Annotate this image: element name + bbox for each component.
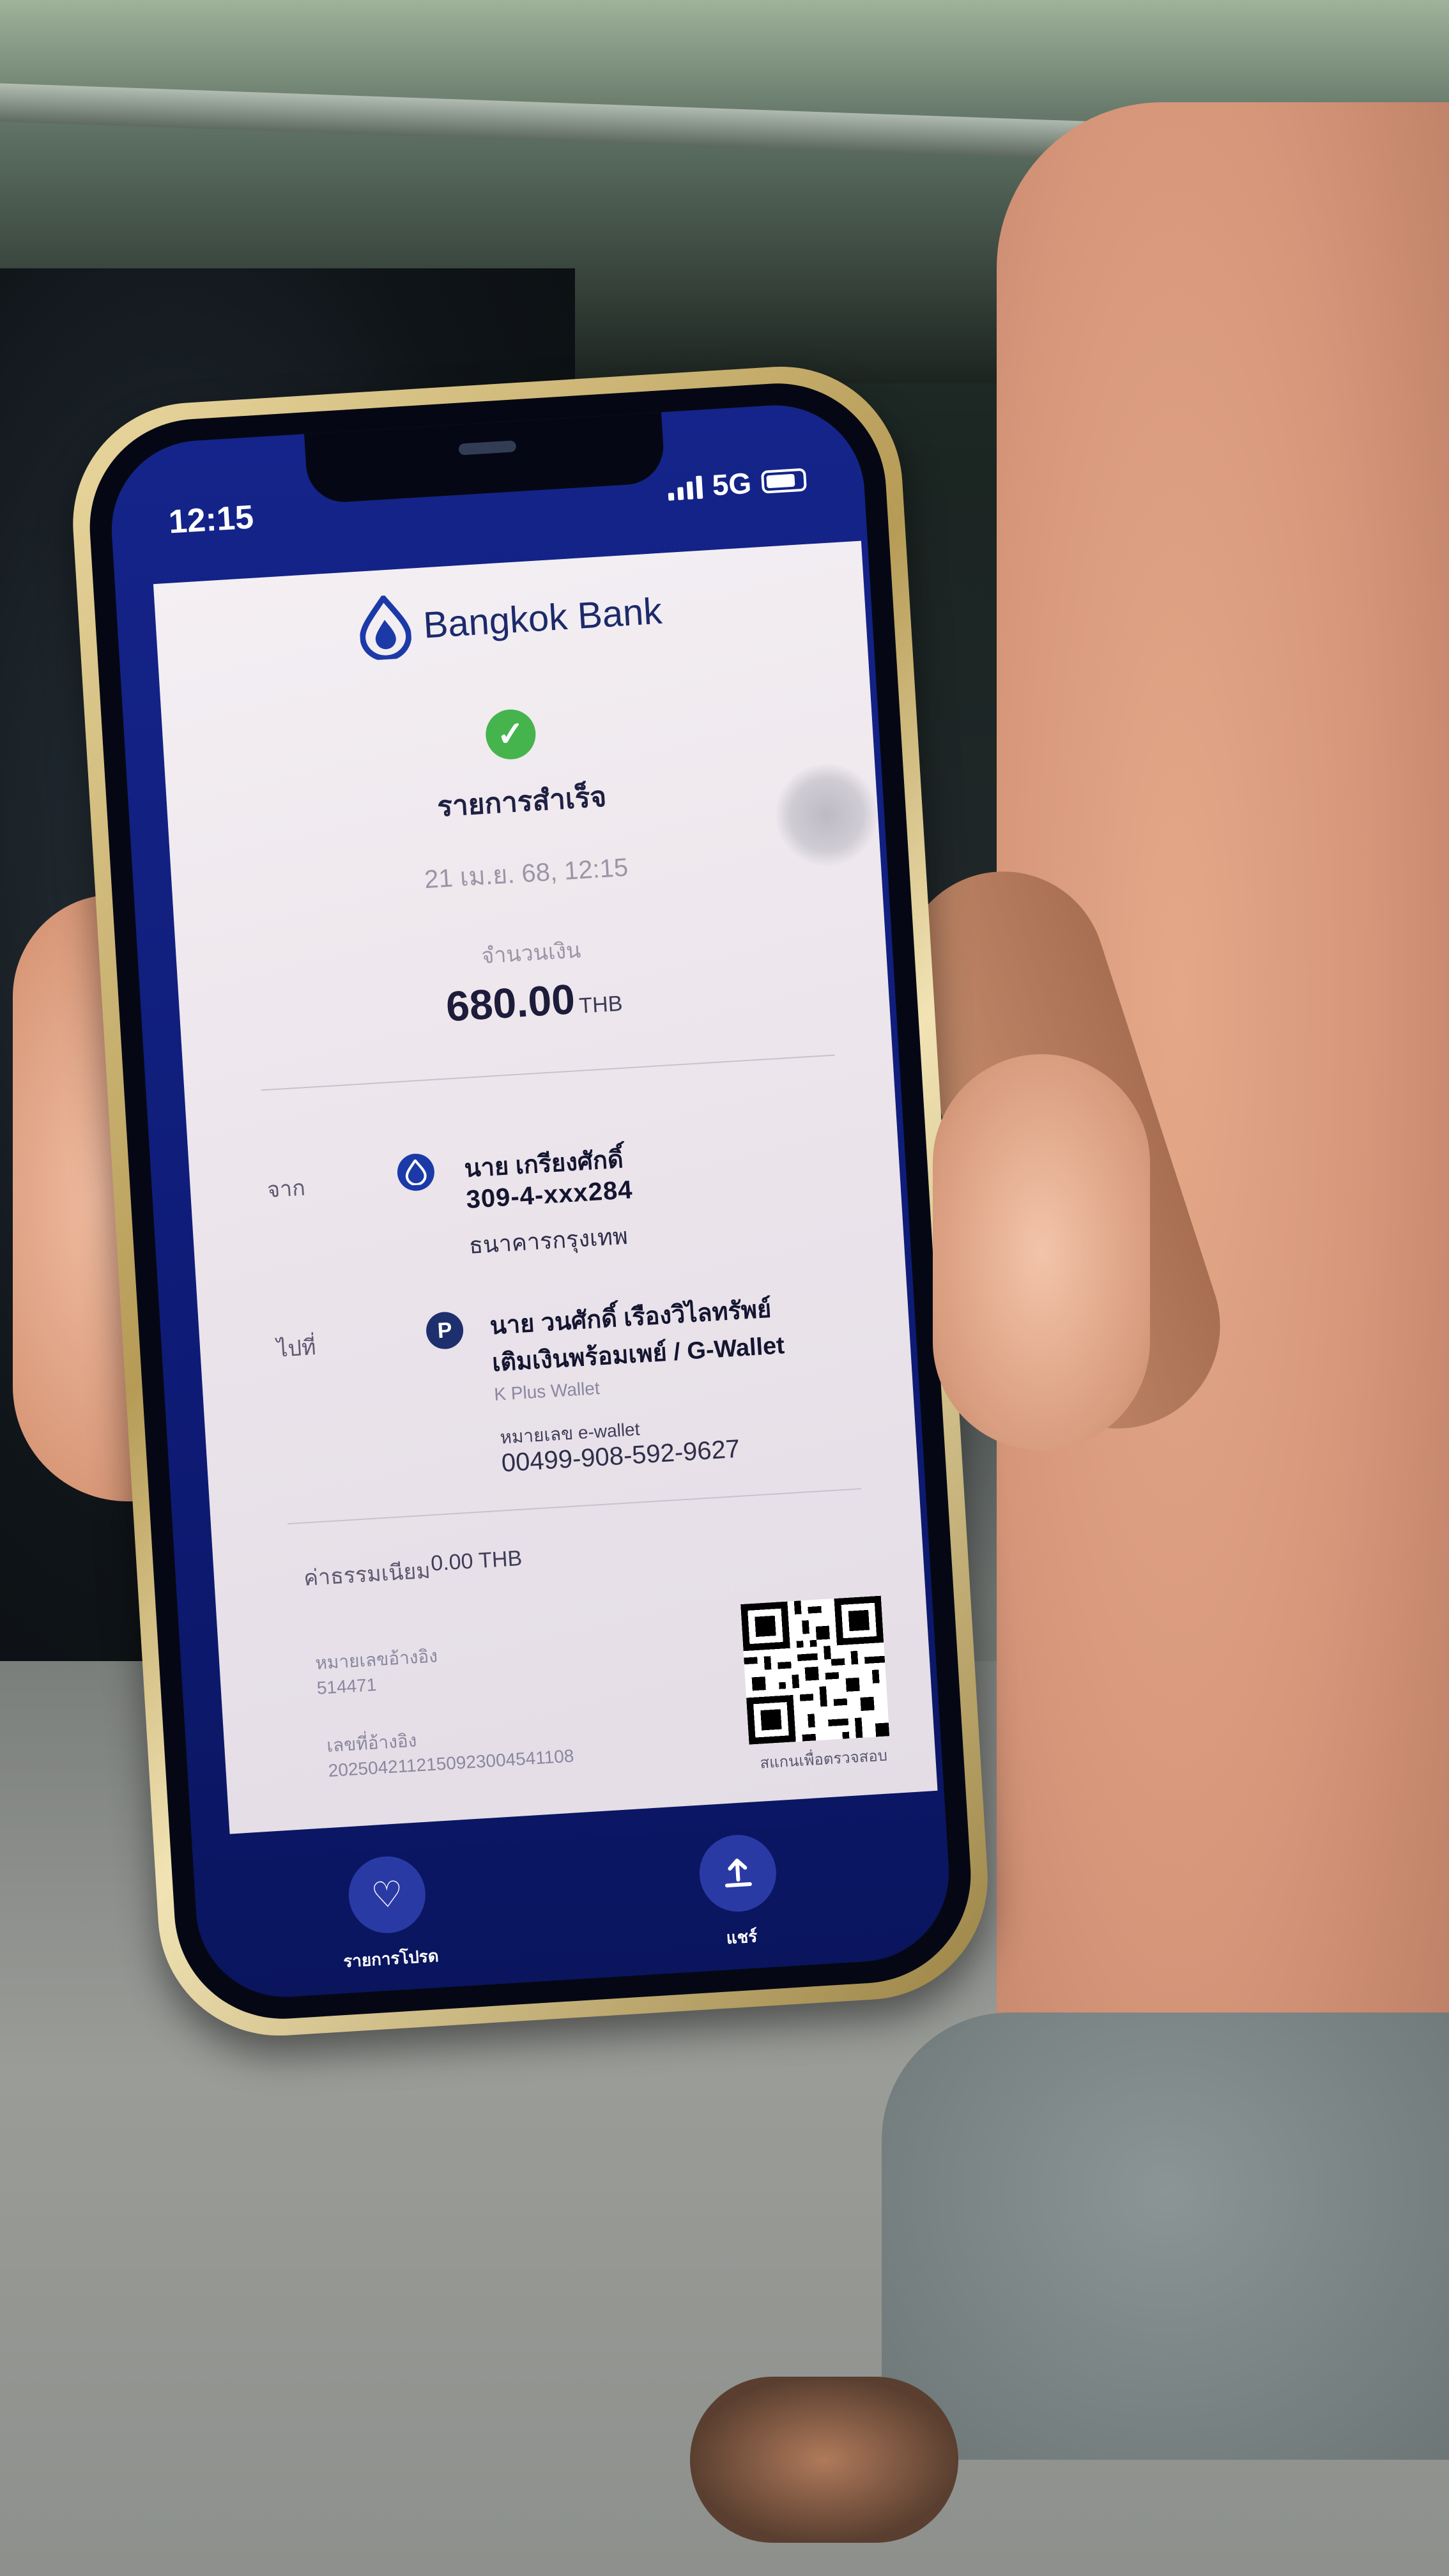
- amount-currency: THB: [578, 991, 624, 1018]
- status-time: 12:15: [167, 498, 255, 541]
- reference-number: 514471: [316, 1675, 378, 1698]
- earpiece-speaker: [458, 440, 517, 456]
- from-label: จาก: [266, 1176, 306, 1203]
- promptpay-icon: P: [425, 1310, 464, 1351]
- phone-notch: [304, 412, 666, 505]
- bank-brand: Bangkok Bank: [155, 566, 866, 673]
- reference-label: หมายเลขอ้างอิง: [314, 1646, 438, 1673]
- wallet-type: K Plus Wallet: [493, 1377, 601, 1404]
- right-thumb: [933, 1054, 1150, 1450]
- status-icons: 5G: [666, 463, 807, 505]
- sender-bank: ธนาคารกรุงเทพ: [468, 1222, 629, 1259]
- transaction-status: รายการสำเร็จ: [436, 781, 608, 823]
- phone-screen: 12:15 5G Bangkok Bank ✓ รายการสำเร็จ 21 …: [106, 400, 954, 2002]
- person-shorts: [882, 2012, 1449, 2460]
- favorite-label: รายการโปรด: [342, 1945, 440, 1972]
- network-type: 5G: [711, 466, 753, 502]
- person-foot: [690, 2377, 958, 2543]
- bangkok-bank-logo-icon: [360, 594, 412, 661]
- signal-icon: [667, 473, 703, 501]
- divider: [261, 1054, 835, 1091]
- battery-icon: [760, 468, 807, 494]
- home-indicator[interactable]: [456, 1972, 700, 1995]
- check-circle-icon: ✓: [484, 708, 537, 761]
- heart-icon: ♡: [369, 1873, 404, 1916]
- fee-value: 0.00 THB: [430, 1545, 523, 1576]
- phone-bezel: 12:15 5G Bangkok Bank ✓ รายการสำเร็จ 21 …: [83, 377, 977, 2025]
- fee-label: ค่าธรรมเนียม: [303, 1558, 431, 1591]
- transaction-datetime: 21 เม.ย. 68, 12:15: [424, 853, 629, 894]
- bank-name: Bangkok Bank: [422, 590, 663, 646]
- favorite-button[interactable]: ♡: [346, 1854, 428, 1936]
- bangkok-bank-logo-icon: [396, 1153, 436, 1192]
- qr-code-icon[interactable]: [740, 1595, 890, 1745]
- qr-caption: สแกนเพื่อตรวจสอบ: [759, 1747, 888, 1772]
- divider: [288, 1488, 862, 1525]
- to-label: ไปที่: [276, 1335, 317, 1362]
- amount-value: 680.00: [444, 975, 576, 1031]
- transfer-receipt: Bangkok Bank ✓ รายการสำเร็จ 21 เม.ย. 68,…: [153, 540, 938, 1834]
- share-label: แชร์: [725, 1926, 758, 1948]
- phone-device: 12:15 5G Bangkok Bank ✓ รายการสำเร็จ 21 …: [66, 359, 995, 2043]
- transaction-id-label: เลขที่อ้างอิง: [326, 1730, 418, 1756]
- share-button[interactable]: [697, 1832, 779, 1914]
- share-upload-icon: [724, 1859, 752, 1888]
